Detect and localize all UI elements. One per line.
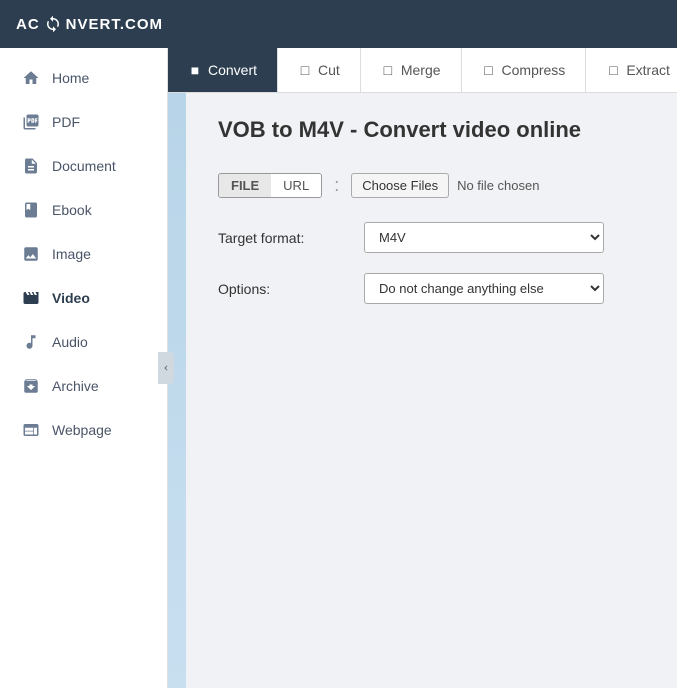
- audio-icon: [20, 331, 42, 353]
- sidebar-label-video: Video: [52, 290, 90, 306]
- file-tab[interactable]: FILE: [219, 174, 271, 197]
- tab-merge-icon: □: [381, 63, 395, 77]
- sidebar: Home PDF Document Ebook: [0, 48, 168, 688]
- tab-compress-label: Compress: [502, 62, 566, 78]
- tab-convert-label: Convert: [208, 62, 257, 78]
- logo-nvert: NVERT.COM: [66, 16, 163, 33]
- tab-cut-icon: □: [298, 63, 312, 77]
- sidebar-item-image[interactable]: Image: [0, 232, 167, 276]
- layout: Home PDF Document Ebook: [0, 48, 677, 688]
- sidebar-collapse-button[interactable]: [158, 352, 174, 384]
- tabs-bar: ■ Convert □ Cut □ Merge □ Compress □ Ext…: [168, 48, 677, 93]
- tab-compress[interactable]: □ Compress: [462, 48, 587, 92]
- file-upload-row: FILE URL : Choose Files No file chosen: [218, 173, 637, 198]
- sidebar-label-webpage: Webpage: [52, 422, 112, 438]
- sidebar-item-archive[interactable]: Archive: [0, 364, 167, 408]
- image-icon: [20, 243, 42, 265]
- tab-cut-label: Cut: [318, 62, 340, 78]
- choose-files-button[interactable]: Choose Files: [351, 173, 449, 198]
- tab-extract[interactable]: □ Extract: [586, 48, 677, 92]
- logo: AC NVERT.COM: [16, 15, 163, 33]
- sidebar-label-document: Document: [52, 158, 116, 174]
- file-url-switcher: FILE URL: [218, 173, 322, 198]
- tab-extract-label: Extract: [626, 62, 670, 78]
- video-icon: [20, 287, 42, 309]
- sidebar-item-ebook[interactable]: Ebook: [0, 188, 167, 232]
- tab-convert-icon: ■: [188, 63, 202, 77]
- sidebar-item-home[interactable]: Home: [0, 56, 167, 100]
- tab-merge-label: Merge: [401, 62, 441, 78]
- target-format-select[interactable]: M4V: [364, 222, 604, 253]
- file-separator: :: [334, 175, 339, 196]
- webpage-icon: [20, 419, 42, 441]
- target-format-row: Target format: M4V: [218, 222, 637, 253]
- no-file-label: No file chosen: [457, 178, 539, 193]
- target-format-label: Target format:: [218, 230, 348, 246]
- logo-ac: AC: [16, 16, 40, 33]
- blue-sidebar-bar: [168, 93, 186, 688]
- sidebar-label-archive: Archive: [52, 378, 99, 394]
- sidebar-label-home: Home: [52, 70, 89, 86]
- pdf-icon: [20, 111, 42, 133]
- tab-cut[interactable]: □ Cut: [278, 48, 361, 92]
- content-area: VOB to M4V - Convert video online FILE U…: [168, 93, 677, 688]
- sidebar-item-document[interactable]: Document: [0, 144, 167, 188]
- options-row: Options: Do not change anything else: [218, 273, 637, 304]
- tab-extract-icon: □: [606, 63, 620, 77]
- sidebar-item-pdf[interactable]: PDF: [0, 100, 167, 144]
- page-title: VOB to M4V - Convert video online: [218, 117, 637, 143]
- sync-icon: [44, 15, 62, 33]
- tab-compress-icon: □: [482, 63, 496, 77]
- main-content: ■ Convert □ Cut □ Merge □ Compress □ Ext…: [168, 48, 677, 688]
- sidebar-item-webpage[interactable]: Webpage: [0, 408, 167, 452]
- sidebar-item-video[interactable]: Video: [0, 276, 167, 320]
- options-label: Options:: [218, 281, 348, 297]
- tab-merge[interactable]: □ Merge: [361, 48, 462, 92]
- sidebar-label-audio: Audio: [52, 334, 88, 350]
- content-inner: VOB to M4V - Convert video online FILE U…: [168, 93, 677, 348]
- sidebar-label-image: Image: [52, 246, 91, 262]
- sidebar-label-ebook: Ebook: [52, 202, 92, 218]
- archive-icon: [20, 375, 42, 397]
- sidebar-label-pdf: PDF: [52, 114, 80, 130]
- options-select[interactable]: Do not change anything else: [364, 273, 604, 304]
- tab-convert[interactable]: ■ Convert: [168, 48, 278, 92]
- header: AC NVERT.COM: [0, 0, 677, 48]
- home-icon: [20, 67, 42, 89]
- document-icon: [20, 155, 42, 177]
- url-tab[interactable]: URL: [271, 174, 321, 197]
- sidebar-item-audio[interactable]: Audio: [0, 320, 167, 364]
- ebook-icon: [20, 199, 42, 221]
